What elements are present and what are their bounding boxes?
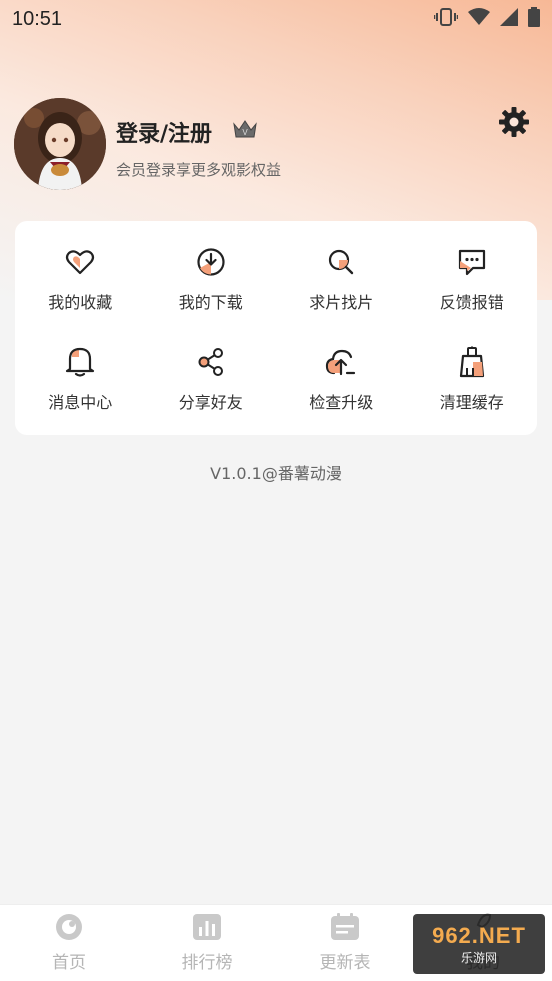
menu-item-share[interactable]: 分享好友 <box>146 329 277 429</box>
calendar-icon <box>330 913 360 945</box>
home-icon <box>54 913 84 945</box>
share-icon <box>194 345 228 379</box>
menu-item-check-update[interactable]: 检查升级 <box>276 329 407 429</box>
menu-item-favorites[interactable]: 我的收藏 <box>15 229 146 329</box>
status-bar: 10:51 <box>0 0 552 38</box>
profile-header: 登录/注册 V 会员登录享更多观影权益 <box>14 96 538 192</box>
menu-label: 检查升级 <box>309 393 374 412</box>
nav-ranking[interactable]: 排行榜 <box>138 905 276 981</box>
crown-v-icon: V <box>232 118 258 144</box>
menu-item-clear-cache[interactable]: 清理缓存 <box>407 329 538 429</box>
signal-icon <box>500 8 518 30</box>
download-icon <box>194 245 228 279</box>
login-subtitle: 会员登录享更多观影权益 <box>116 161 282 179</box>
menu-label: 反馈报错 <box>439 293 504 312</box>
nav-schedule[interactable]: 更新表 <box>276 905 414 981</box>
status-time: 10:51 <box>12 7 63 30</box>
menu-label: 我的收藏 <box>48 293 113 312</box>
upgrade-icon <box>324 345 358 379</box>
watermark-text: 乐游网 <box>460 950 497 965</box>
broom-icon <box>455 345 489 379</box>
feedback-icon <box>455 245 489 279</box>
search-icon <box>324 245 358 279</box>
menu-card: 我的收藏 我的下载 求片找片 反馈报错 消息中心 分享好友 检查升级 清理缓存 <box>15 221 537 435</box>
nav-label: 首页 <box>52 953 86 973</box>
avatar[interactable] <box>14 98 106 190</box>
battery-icon <box>528 7 540 31</box>
menu-item-request-video[interactable]: 求片找片 <box>276 229 407 329</box>
nav-home[interactable]: 首页 <box>0 905 138 981</box>
menu-label: 我的下载 <box>178 293 243 312</box>
vibrate-icon <box>433 7 459 31</box>
menu-item-downloads[interactable]: 我的下载 <box>146 229 277 329</box>
bell-icon <box>63 345 97 379</box>
menu-item-feedback[interactable]: 反馈报错 <box>407 229 538 329</box>
watermark-brand: 962.NET <box>432 922 526 948</box>
heart-icon <box>63 245 97 279</box>
version-text: V1.0.1@番薯动漫 <box>210 464 342 483</box>
ranking-icon <box>192 913 222 945</box>
watermark-logo: 962.NET 乐游网 <box>413 914 545 974</box>
menu-item-messages[interactable]: 消息中心 <box>15 329 146 429</box>
svg-text:V: V <box>242 128 248 137</box>
menu-label: 清理缓存 <box>439 393 504 412</box>
nav-label: 排行榜 <box>181 953 233 973</box>
menu-label: 分享好友 <box>178 393 243 412</box>
gear-icon[interactable] <box>498 106 530 142</box>
menu-label: 消息中心 <box>48 393 113 412</box>
wifi-icon <box>468 8 490 30</box>
status-icons <box>433 7 540 31</box>
login-register-link[interactable]: 登录/注册 <box>116 116 212 148</box>
nav-label: 更新表 <box>319 953 371 973</box>
menu-label: 求片找片 <box>309 293 374 312</box>
